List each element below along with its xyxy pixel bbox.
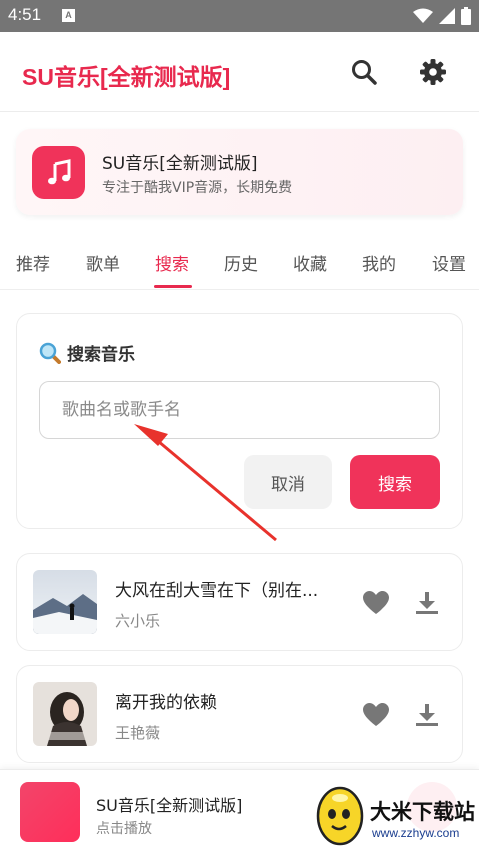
song-artist: 六小乐 xyxy=(115,612,161,630)
egg-mascot-icon xyxy=(316,786,364,846)
song-item[interactable]: 离开我的依赖 王艳薇 xyxy=(16,665,463,763)
watermark: 大米下载站 www.zzhyw.com xyxy=(306,774,479,851)
watermark-text: 大米下载站 xyxy=(370,800,475,824)
favorite-button[interactable] xyxy=(359,586,393,620)
song-cover xyxy=(33,682,97,746)
download-icon xyxy=(416,704,438,726)
download-button[interactable] xyxy=(410,586,444,620)
heart-icon xyxy=(363,591,389,614)
download-icon xyxy=(416,592,438,614)
watermark-url: www.zzhyw.com xyxy=(372,826,460,840)
song-title: 离开我的依赖 xyxy=(115,693,217,713)
player-title: SU音乐[全新测试版] xyxy=(96,796,243,815)
heart-icon xyxy=(363,703,389,726)
song-cover xyxy=(33,570,97,634)
song-title: 大风在刮大雪在下（别在... xyxy=(115,581,319,601)
download-button[interactable] xyxy=(410,698,444,732)
song-item[interactable]: 大风在刮大雪在下（别在... 六小乐 xyxy=(16,553,463,651)
player-cover xyxy=(20,782,80,842)
player-subtitle: 点击播放 xyxy=(96,821,152,837)
favorite-button[interactable] xyxy=(359,698,393,732)
song-artist: 王艳薇 xyxy=(115,724,161,742)
